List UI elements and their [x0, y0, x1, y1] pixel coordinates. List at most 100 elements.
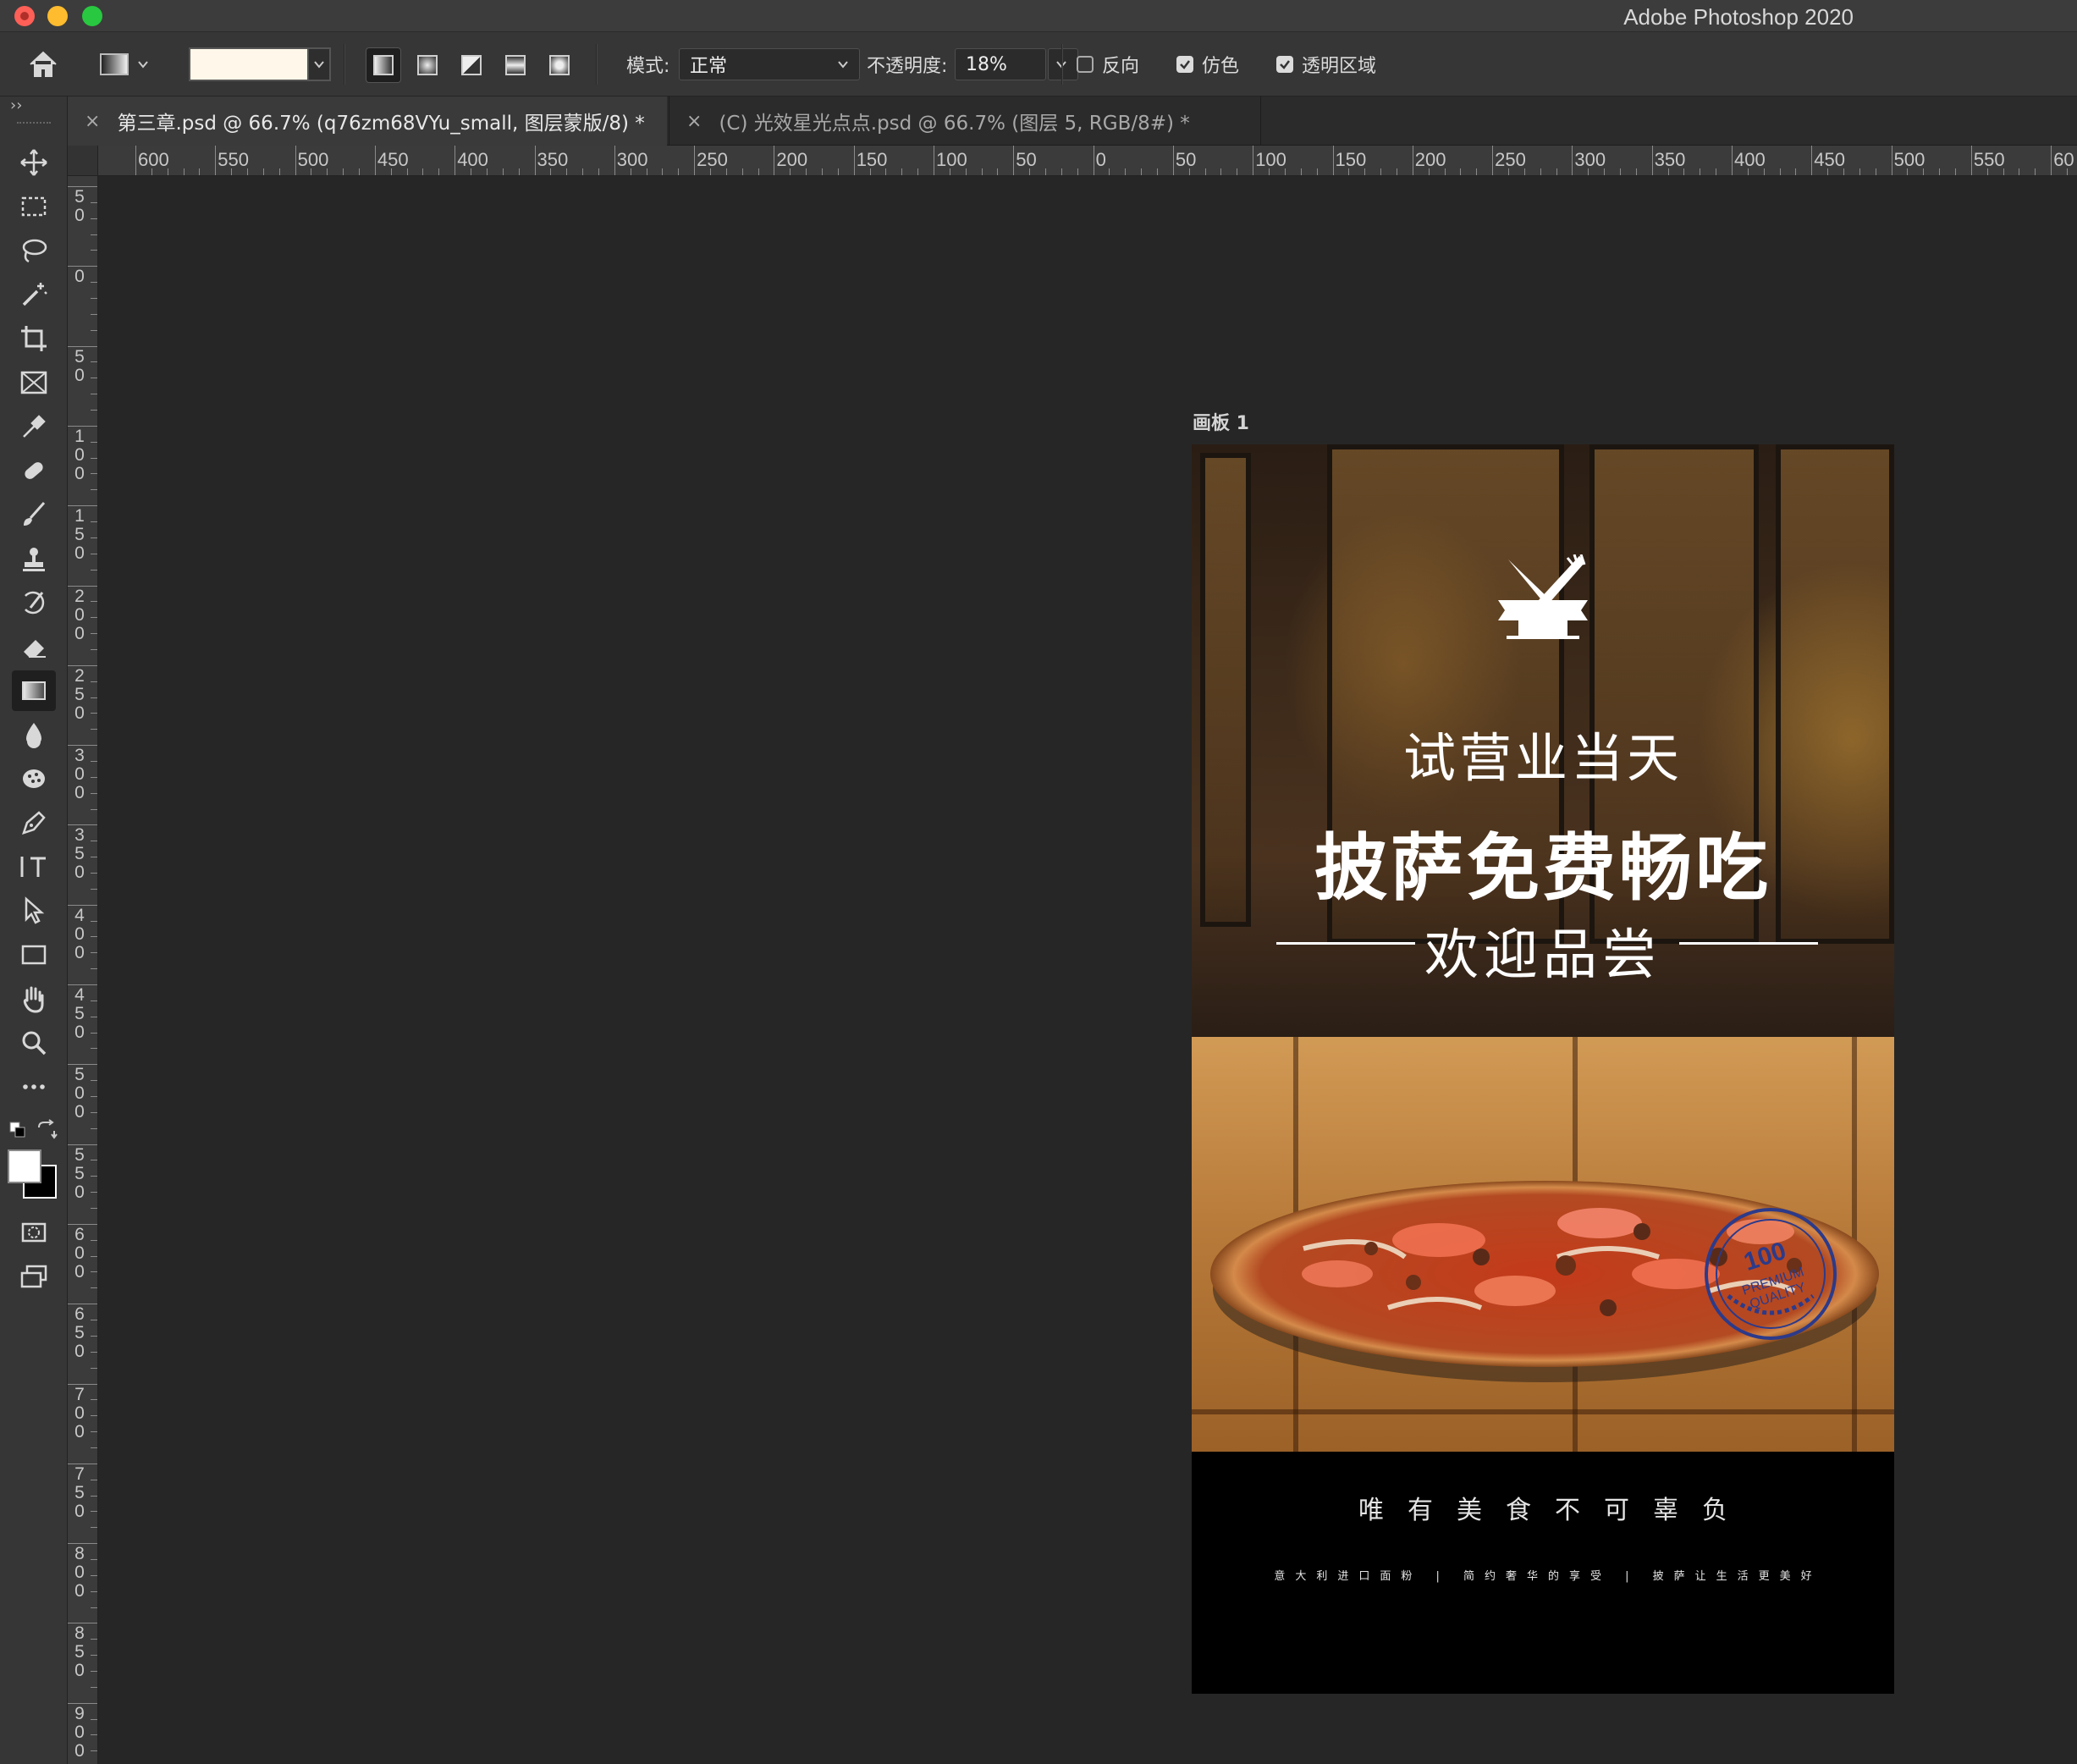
gradient-tool[interactable] — [12, 670, 56, 711]
lasso-tool[interactable] — [12, 230, 56, 271]
ruler-minor-tick — [1204, 168, 1206, 175]
close-tab-icon[interactable]: × — [686, 111, 702, 132]
home-icon — [30, 51, 57, 77]
ruler-label: 100 — [936, 149, 967, 170]
panel-grip[interactable] — [17, 122, 51, 125]
ruler-minor-tick — [199, 168, 201, 175]
linear-gradient-button[interactable] — [366, 47, 401, 83]
hand-tool[interactable] — [12, 978, 56, 1019]
window-maximize-button[interactable] — [82, 6, 102, 26]
ruler-minor-tick — [91, 457, 97, 459]
ruler-minor-tick — [1986, 168, 1988, 175]
mode-value: 正常 — [690, 56, 728, 77]
frame-tool[interactable] — [12, 362, 56, 403]
reverse-checkbox[interactable]: 反向 — [1077, 32, 1139, 96]
ruler-label: 7 0 0 — [74, 1384, 85, 1442]
water-drop-icon — [26, 723, 41, 748]
artboard-label[interactable]: 画板 1 — [1193, 408, 1249, 435]
foreground-color-swatch[interactable] — [8, 1149, 41, 1183]
more-tools-button[interactable] — [12, 1067, 56, 1107]
path-selection-tool[interactable] — [12, 890, 56, 931]
eyedropper-icon — [23, 415, 46, 438]
ruler-minor-tick — [91, 1686, 97, 1688]
ruler-minor-tick — [91, 1558, 97, 1560]
blur-tool[interactable] — [12, 714, 56, 755]
gradient-editor[interactable] — [189, 32, 331, 96]
close-tab-icon[interactable]: × — [85, 111, 100, 132]
ruler-label: 550 — [218, 149, 250, 170]
ruler-minor-tick — [709, 168, 711, 175]
ruler-minor-tick — [806, 168, 807, 175]
eyedropper-tool[interactable] — [12, 406, 56, 447]
ruler-minor-tick — [406, 168, 408, 175]
collapse-panel-button[interactable]: ›› — [10, 96, 22, 114]
ruler-minor-tick — [1476, 168, 1478, 175]
window-close-button[interactable] — [14, 6, 35, 26]
brush-tool[interactable] — [12, 494, 56, 535]
history-brush-tool[interactable] — [12, 582, 56, 623]
dither-checkbox[interactable]: 仿色 — [1176, 32, 1239, 96]
horizontal-ruler[interactable]: 600 550 500 450 400 350 300 250 200 150 100 50 0 50 10… — [68, 146, 2077, 176]
reflected-gradient-icon — [505, 55, 526, 75]
window-minimize-button[interactable] — [47, 6, 68, 26]
artboard[interactable]: 100 PREMIUM QUALITY 试营业当天 披萨免费畅吃 欢迎品尝 唯有… — [1192, 444, 1894, 1694]
ruler-minor-tick — [247, 168, 249, 175]
ruler-minor-tick — [91, 1367, 97, 1369]
ruler-minor-tick — [758, 168, 759, 175]
ruler-label: 4 5 0 — [74, 985, 85, 1042]
clone-stamp-tool[interactable] — [12, 538, 56, 579]
ruler-minor-tick — [91, 1192, 97, 1193]
ruler-origin[interactable] — [68, 146, 98, 176]
sponge-tool[interactable] — [12, 758, 56, 799]
checkmark-icon — [1180, 60, 1190, 69]
crop-tool[interactable] — [12, 318, 56, 359]
screen-mode-icon — [20, 1265, 47, 1288]
gradient-preset-picker[interactable] — [100, 32, 149, 96]
tab-document-2[interactable]: × (C) 光效星光点点.psd @ 66.7% (图层 5, RGB/8#) … — [669, 96, 1261, 146]
diamond-gradient-button[interactable] — [542, 47, 577, 83]
magic-wand-tool[interactable] — [12, 274, 56, 315]
ruler-minor-tick — [91, 1048, 97, 1050]
ruler-minor-tick — [821, 168, 823, 175]
marquee-tool[interactable] — [12, 186, 56, 227]
reflected-gradient-button[interactable] — [498, 47, 533, 83]
ruler-minor-tick — [91, 1239, 97, 1241]
hand-icon — [23, 986, 44, 1013]
radial-gradient-button[interactable] — [410, 47, 445, 83]
type-tool[interactable] — [12, 846, 56, 887]
mode-select[interactable]: 正常 — [679, 48, 860, 80]
canvas-area[interactable]: 画板 1 100 PREMIUM QUALITY 试营业当天 披萨免费畅吃 欢迎… — [99, 177, 2077, 1764]
default-colors-button[interactable] — [8, 1121, 27, 1143]
tab-document-1[interactable]: × 第三章.psd @ 66.7% (q76zm68VYu_small, 图层蒙… — [68, 96, 667, 146]
ruler-minor-tick — [91, 201, 97, 203]
healing-brush-tool[interactable] — [12, 450, 56, 491]
ruler-minor-tick — [91, 329, 97, 331]
gradient-icon — [22, 681, 46, 700]
ruler-minor-tick — [1460, 168, 1462, 175]
opacity-input[interactable]: 18% — [955, 48, 1046, 80]
rectangle-tool[interactable] — [12, 934, 56, 975]
angle-gradient-button[interactable] — [454, 47, 489, 83]
ruler-minor-tick — [91, 250, 97, 251]
quick-mask-button[interactable] — [12, 1212, 56, 1253]
swap-colors-button[interactable] — [36, 1119, 58, 1144]
pen-tool[interactable] — [12, 802, 56, 843]
angle-gradient-icon — [461, 55, 482, 75]
app-title: Adobe Photoshop 2020 — [1623, 4, 1854, 30]
ruler-minor-tick — [1380, 168, 1382, 175]
move-tool[interactable] — [12, 142, 56, 183]
vertical-ruler[interactable]: 5 0 0 5 0 1 0 0 1 5 0 2 0 0 2 5 0 3 0 0 3 5 0 4 0… — [68, 176, 98, 1764]
home-button[interactable] — [28, 32, 67, 96]
magic-wand-icon — [22, 283, 47, 306]
gradient-color-swatch[interactable] — [189, 47, 309, 81]
eraser-tool[interactable] — [12, 626, 56, 667]
move-icon — [20, 149, 47, 176]
ruler-minor-tick — [91, 1447, 97, 1448]
ruler-minor-tick — [91, 537, 97, 538]
screen-mode-button[interactable] — [12, 1256, 56, 1297]
opacity-dropdown-button[interactable] — [1048, 48, 1078, 80]
zoom-tool[interactable] — [12, 1023, 56, 1063]
ruler-minor-tick — [1188, 168, 1190, 175]
gradient-dropdown-button[interactable] — [309, 47, 331, 81]
transparency-checkbox[interactable]: 透明区域 — [1276, 32, 1376, 96]
